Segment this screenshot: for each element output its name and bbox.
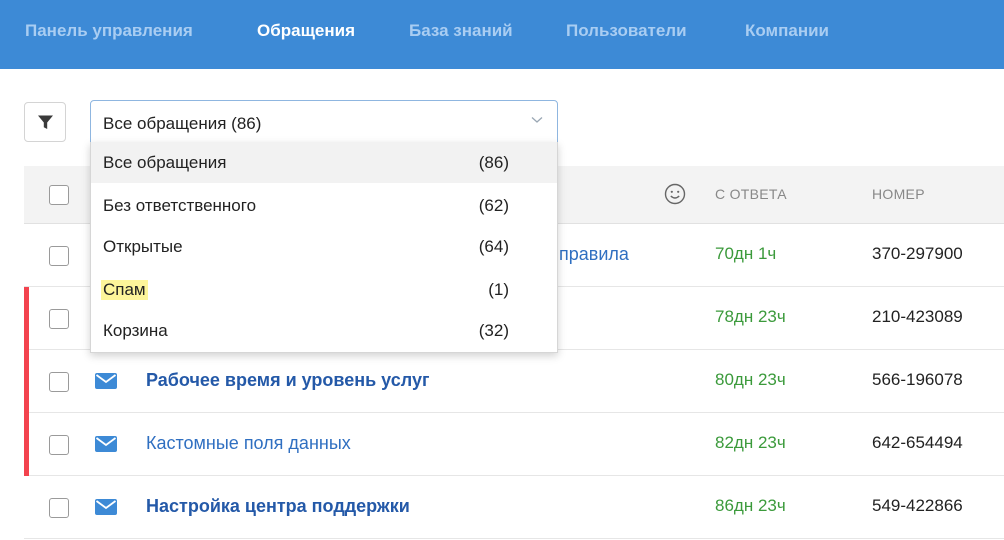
ticket-number: 370-297900 xyxy=(872,244,963,263)
option-unassigned[interactable]: Без ответственного (62) xyxy=(91,185,557,226)
ticket-subject[interactable]: Кастомные поля данных xyxy=(146,433,351,454)
option-count: (64) xyxy=(478,237,509,256)
since-reply-value: 86дн 23ч xyxy=(715,496,786,515)
option-label: Открытые xyxy=(103,237,183,256)
row-checkbox[interactable] xyxy=(49,372,69,392)
smiley-icon[interactable] xyxy=(664,183,686,205)
option-all-tickets[interactable]: Все обращения (86) xyxy=(91,142,557,183)
ticket-number: 642-654494 xyxy=(872,433,963,452)
row-checkbox[interactable] xyxy=(49,309,69,329)
nav-users[interactable]: Пользователи xyxy=(566,21,687,41)
nav-tickets[interactable]: Обращения xyxy=(257,21,355,41)
since-reply-value: 70дн 1ч xyxy=(715,244,777,263)
row-checkbox[interactable] xyxy=(49,498,69,518)
ticket-number: 566-196078 xyxy=(872,370,963,389)
since-reply-value: 82дн 23ч xyxy=(715,433,786,452)
column-number[interactable]: НОМЕР xyxy=(872,186,925,202)
select-all-checkbox[interactable] xyxy=(49,185,69,205)
ticket-subject[interactable]: Рабочее время и уровень услуг xyxy=(146,370,429,391)
table-row[interactable]: Настройка центра поддержки 86дн 23ч 549-… xyxy=(24,476,1004,539)
ticket-subject[interactable]: правила xyxy=(559,244,629,265)
envelope-icon xyxy=(95,373,117,389)
priority-flag xyxy=(24,287,29,350)
nav-knowledge-base[interactable]: База знаний xyxy=(409,21,513,41)
envelope-icon xyxy=(95,499,117,515)
ticket-subject[interactable]: Настройка центра поддержки xyxy=(146,496,410,517)
nav-companies[interactable]: Компании xyxy=(745,21,829,41)
chevron-down-icon xyxy=(531,117,543,123)
option-label: Корзина xyxy=(103,321,168,340)
option-spam[interactable]: Спам (1) xyxy=(91,269,557,310)
option-count: (1) xyxy=(488,280,509,299)
option-trash[interactable]: Корзина (32) xyxy=(91,310,557,351)
option-count: (62) xyxy=(478,196,509,215)
ticket-filter-select[interactable]: Все обращения (86) xyxy=(90,100,558,143)
filter-dropdown-menu: Все обращения (86) Без ответственного (6… xyxy=(90,142,558,353)
priority-flag xyxy=(24,350,29,413)
table-row[interactable]: Кастомные поля данных 82дн 23ч 642-65449… xyxy=(24,413,1004,476)
table-row[interactable]: Рабочее время и уровень услуг 80дн 23ч 5… xyxy=(24,350,1004,413)
since-reply-value: 78дн 23ч xyxy=(715,307,786,326)
filter-icon xyxy=(38,115,53,129)
priority-flag xyxy=(24,413,29,476)
option-open[interactable]: Открытые (64) xyxy=(91,226,557,267)
option-label: Все обращения xyxy=(103,153,227,172)
since-reply-value: 80дн 23ч xyxy=(715,370,786,389)
select-value: Все обращения (86) xyxy=(103,114,262,133)
row-checkbox[interactable] xyxy=(49,246,69,266)
ticket-number: 210-423089 xyxy=(872,307,963,326)
option-label: Без ответственного xyxy=(103,196,257,215)
envelope-icon xyxy=(95,436,117,452)
option-count: (86) xyxy=(478,153,509,172)
filter-button[interactable] xyxy=(24,102,66,142)
top-navigation: Панель управления Обращения База знаний … xyxy=(0,0,1004,69)
nav-dashboard[interactable]: Панель управления xyxy=(25,21,193,41)
row-checkbox[interactable] xyxy=(49,435,69,455)
column-since-reply[interactable]: С ОТВЕТА xyxy=(715,186,787,202)
option-count: (32) xyxy=(478,321,509,340)
ticket-number: 549-422866 xyxy=(872,496,963,515)
option-label: Спам xyxy=(101,280,148,300)
